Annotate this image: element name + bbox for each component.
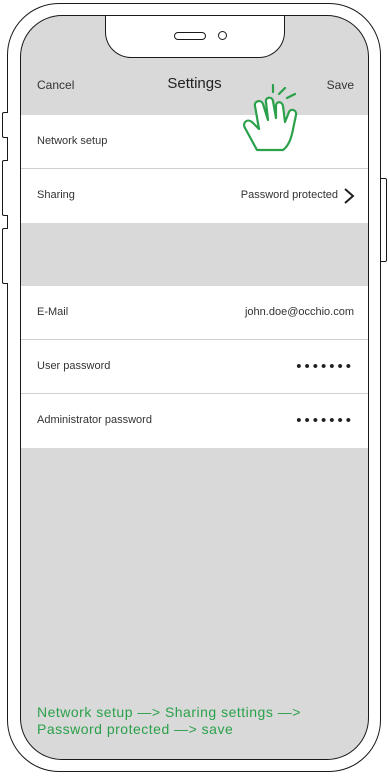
user-password-value: •••••••	[296, 358, 354, 375]
volume-up-button	[2, 160, 8, 216]
instruction-line-2: Password protected —> save	[37, 721, 234, 737]
mute-switch	[2, 112, 8, 138]
page-title: Settings	[167, 75, 222, 92]
settings-group-network: Network setup Sharing Password protected	[21, 115, 368, 223]
instruction-text: Network setup —> Sharing settings —> Pas…	[37, 704, 357, 738]
sharing-row[interactable]: Sharing Password protected	[21, 169, 368, 223]
row-label: Administrator password	[37, 414, 152, 426]
email-value: john.doe@occhio.com	[244, 306, 354, 318]
instruction-line-1: Network setup —> Sharing settings —>	[37, 704, 301, 720]
tap-hand-icon	[243, 84, 298, 152]
row-label: Sharing	[37, 189, 75, 201]
row-label: E-Mail	[37, 306, 69, 318]
volume-down-button	[2, 228, 8, 284]
phone-screen: Cancel Settings Save Network setup Shari…	[20, 15, 369, 760]
speaker-icon	[174, 32, 206, 40]
admin-password-value: •••••••	[296, 412, 354, 429]
settings-group-account: E-Mail john.doe@occhio.com User password…	[21, 286, 368, 448]
row-label: Network setup	[37, 135, 108, 147]
navigation-bar: Cancel Settings Save	[21, 64, 368, 114]
notch	[105, 16, 285, 58]
sharing-value: Password protected	[240, 189, 338, 201]
chevron-right-icon	[344, 188, 355, 204]
row-label: User password	[37, 360, 111, 372]
email-row[interactable]: E-Mail john.doe@occhio.com	[21, 286, 368, 340]
admin-password-row[interactable]: Administrator password •••••••	[21, 394, 368, 448]
camera-icon	[218, 31, 227, 40]
network-setup-row[interactable]: Network setup	[21, 115, 368, 169]
power-button	[381, 178, 387, 262]
user-password-row[interactable]: User password •••••••	[21, 340, 368, 394]
save-button[interactable]: Save	[327, 78, 354, 92]
